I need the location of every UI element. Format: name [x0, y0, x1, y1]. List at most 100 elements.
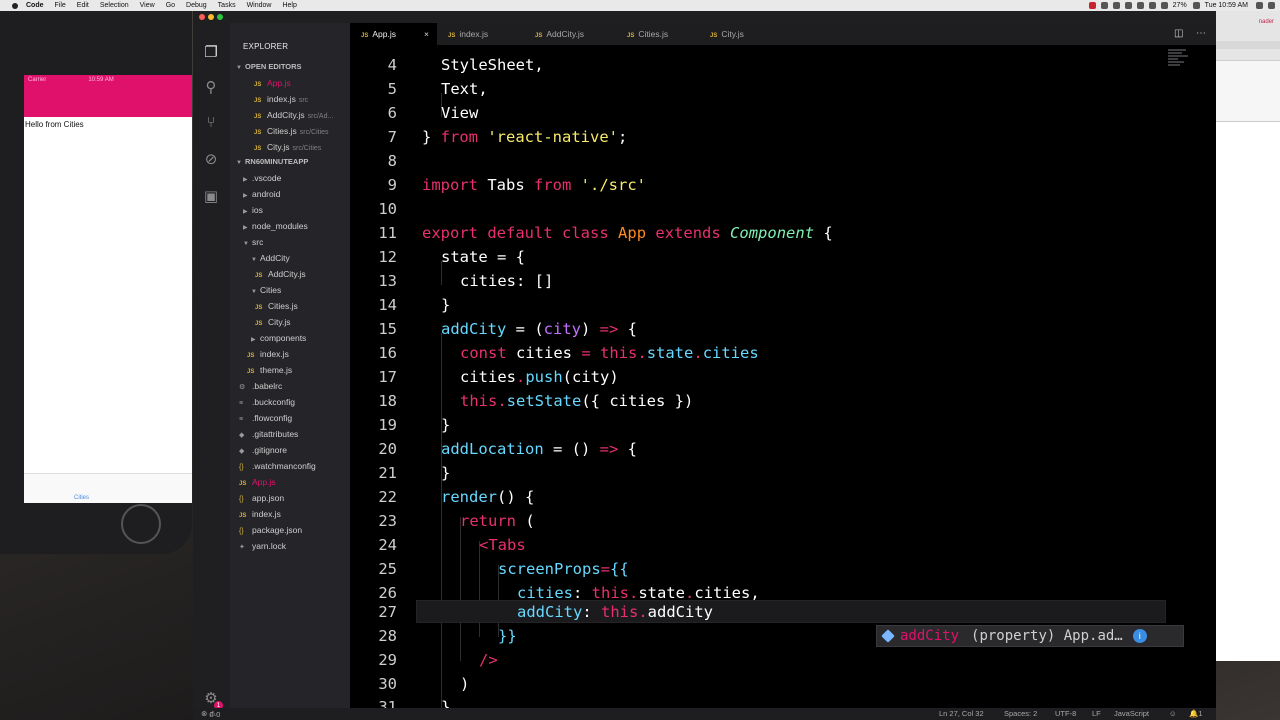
- tab-app-js[interactable]: JS App.js ×: [350, 23, 437, 45]
- tree-file[interactable]: JS Cities.js: [255, 299, 298, 313]
- tree-folder[interactable]: ▼ Cities: [251, 283, 281, 297]
- notifications-icon[interactable]: 🔔1: [1189, 709, 1203, 718]
- tray-icon[interactable]: [1112, 2, 1120, 9]
- info-icon[interactable]: i: [1132, 629, 1147, 643]
- errors-indicator[interactable]: ⊗ 0 ⚠ 0: [201, 709, 220, 719]
- line-number: 5: [387, 80, 397, 98]
- js-file-icon: JS: [448, 33, 456, 39]
- tree-file[interactable]: ◆ .gitignore: [239, 443, 287, 457]
- open-editor-item[interactable]: JS City.js src/Cities: [254, 140, 350, 154]
- split-editor-icon[interactable]: ◫: [1174, 28, 1183, 39]
- cursor-position[interactable]: Ln 27, Col 32: [939, 709, 984, 718]
- background-window[interactable]: nader: [1216, 11, 1280, 661]
- tab-index-js[interactable]: JS index.js: [448, 23, 488, 45]
- open-editor-item[interactable]: JS index.js src: [254, 92, 308, 106]
- record-icon[interactable]: [1088, 2, 1096, 9]
- menu-app[interactable]: Code: [26, 2, 44, 9]
- tree-file[interactable]: JS theme.js: [247, 363, 292, 377]
- source-control-icon[interactable]: ⑂: [202, 113, 220, 131]
- encoding[interactable]: UTF-8: [1055, 709, 1076, 718]
- tree-file[interactable]: ⚙ .babelrc: [239, 379, 282, 393]
- tree-file[interactable]: ✦ yarn.lock: [239, 539, 286, 553]
- zoom-window-icon[interactable]: [217, 14, 223, 20]
- tray-icon[interactable]: [1136, 2, 1144, 9]
- menu-file[interactable]: File: [55, 2, 66, 9]
- tree-file[interactable]: JS City.js: [255, 315, 291, 329]
- tree-file[interactable]: ≡ .flowconfig: [239, 411, 292, 425]
- menu-view[interactable]: View: [140, 2, 155, 9]
- battery-icon[interactable]: [1192, 2, 1200, 9]
- js-file-icon: JS: [247, 369, 255, 375]
- tree-folder[interactable]: ▶ node_modules: [243, 219, 308, 233]
- tree-file[interactable]: {} app.json: [239, 491, 284, 505]
- git-file-icon: ◆: [239, 432, 245, 439]
- minimap[interactable]: [1168, 49, 1190, 79]
- tab-cities-js[interactable]: JS Cities.js: [627, 23, 668, 45]
- tab-addcity-js[interactable]: JS AddCity.js: [535, 23, 584, 45]
- search-icon[interactable]: [1256, 2, 1263, 9]
- menu-window[interactable]: Window: [247, 2, 272, 9]
- open-editor-item[interactable]: JS Cities.js src/Cities: [254, 124, 350, 138]
- open-editors-header[interactable]: ▼ OPEN EDITORS: [236, 60, 302, 74]
- tree-file[interactable]: JS index.js: [239, 507, 281, 521]
- tab-city-js[interactable]: JS City.js: [710, 23, 744, 45]
- indentation[interactable]: Spaces: 2: [1004, 709, 1037, 718]
- project-header[interactable]: ▼ RN60MINUTEAPP: [236, 155, 308, 169]
- close-tab-icon[interactable]: ×: [424, 29, 429, 39]
- tree-folder[interactable]: ▼ src: [243, 235, 263, 249]
- language-mode[interactable]: JavaScript: [1114, 709, 1149, 718]
- simulator-screen[interactable]: Carrier 10:59 AM Hello from Cities Citie…: [24, 75, 192, 503]
- volume-icon[interactable]: [1160, 2, 1168, 9]
- tree-folder[interactable]: ▶ ios: [243, 203, 263, 217]
- tree-file[interactable]: {} .watchmanconfig: [239, 459, 316, 473]
- menu-go[interactable]: Go: [166, 2, 175, 9]
- tray-icon[interactable]: [1100, 2, 1108, 9]
- status-bar: ⊗ 0 ⚠ 0 Ln 27, Col 32 Spaces: 2 UTF-8 LF…: [193, 708, 1216, 720]
- tree-folder[interactable]: ▶ android: [243, 187, 280, 201]
- menu-selection[interactable]: Selection: [100, 2, 129, 9]
- line-ending[interactable]: LF: [1092, 709, 1101, 718]
- explorer-sidebar: EXPLORER ▼ OPEN EDITORS JS App.js JS index.…: [230, 23, 350, 708]
- tree-folder[interactable]: ▶ components: [251, 331, 306, 345]
- battery-percent[interactable]: 27%: [1173, 2, 1187, 9]
- menu-edit[interactable]: Edit: [77, 2, 89, 9]
- close-window-icon[interactable]: [199, 14, 205, 20]
- menu-debug[interactable]: Debug: [186, 2, 207, 9]
- menubar-clock[interactable]: Tue 10:59 AM: [1205, 2, 1248, 9]
- autocomplete-popup[interactable]: addCity (property) App.ad… i: [876, 625, 1184, 647]
- code-line: addCity = (city) => {: [441, 320, 637, 338]
- tray-icon[interactable]: [1124, 2, 1132, 9]
- open-editor-item[interactable]: JS App.js: [254, 76, 291, 90]
- open-editor-item[interactable]: JS AddCity.js src/Ad...: [254, 108, 350, 122]
- apple-icon[interactable]: [10, 2, 20, 10]
- menu-help[interactable]: Help: [282, 2, 296, 9]
- code-line: cities: []: [460, 272, 554, 290]
- tab-cities[interactable]: Cities: [74, 495, 89, 501]
- home-button[interactable]: [121, 504, 161, 544]
- suggestion-label[interactable]: addCity: [900, 628, 959, 644]
- feedback-icon[interactable]: ☺: [1169, 709, 1177, 718]
- tree-folder[interactable]: ▼ AddCity: [251, 251, 290, 265]
- menu-list-icon[interactable]: [1268, 2, 1275, 9]
- debug-icon[interactable]: ⊘: [202, 150, 220, 168]
- tree-file-active[interactable]: JS App.js: [239, 475, 276, 489]
- line-number: 12: [378, 248, 397, 266]
- extensions-icon[interactable]: ▣: [202, 187, 220, 205]
- more-actions-icon[interactable]: ⋯: [1196, 28, 1206, 39]
- wifi-icon[interactable]: [1148, 2, 1156, 9]
- tree-file[interactable]: ◆ .gitattributes: [239, 427, 298, 441]
- tree-file[interactable]: JS AddCity.js: [255, 267, 306, 281]
- settings-gear-icon[interactable]: ⚙ 1: [202, 689, 223, 710]
- json-file-icon: {}: [239, 528, 244, 535]
- explorer-icon[interactable]: ❐: [202, 43, 220, 61]
- config-file-icon: ⚙: [239, 384, 246, 391]
- tree-file[interactable]: JS index.js: [247, 347, 289, 361]
- search-icon[interactable]: ⚲: [202, 78, 220, 96]
- menu-tasks[interactable]: Tasks: [218, 2, 236, 9]
- tree-file[interactable]: {} package.json: [239, 523, 302, 537]
- minimize-window-icon[interactable]: [208, 14, 214, 20]
- line-number: 10: [378, 200, 397, 218]
- tree-folder[interactable]: ▶ .vscode: [243, 171, 281, 185]
- code-editor[interactable]: 4 5 6 7 8 9 10 11 12 13 14 15 16 17 18 1…: [350, 45, 1216, 717]
- tree-file[interactable]: ≡ .buckconfig: [239, 395, 295, 409]
